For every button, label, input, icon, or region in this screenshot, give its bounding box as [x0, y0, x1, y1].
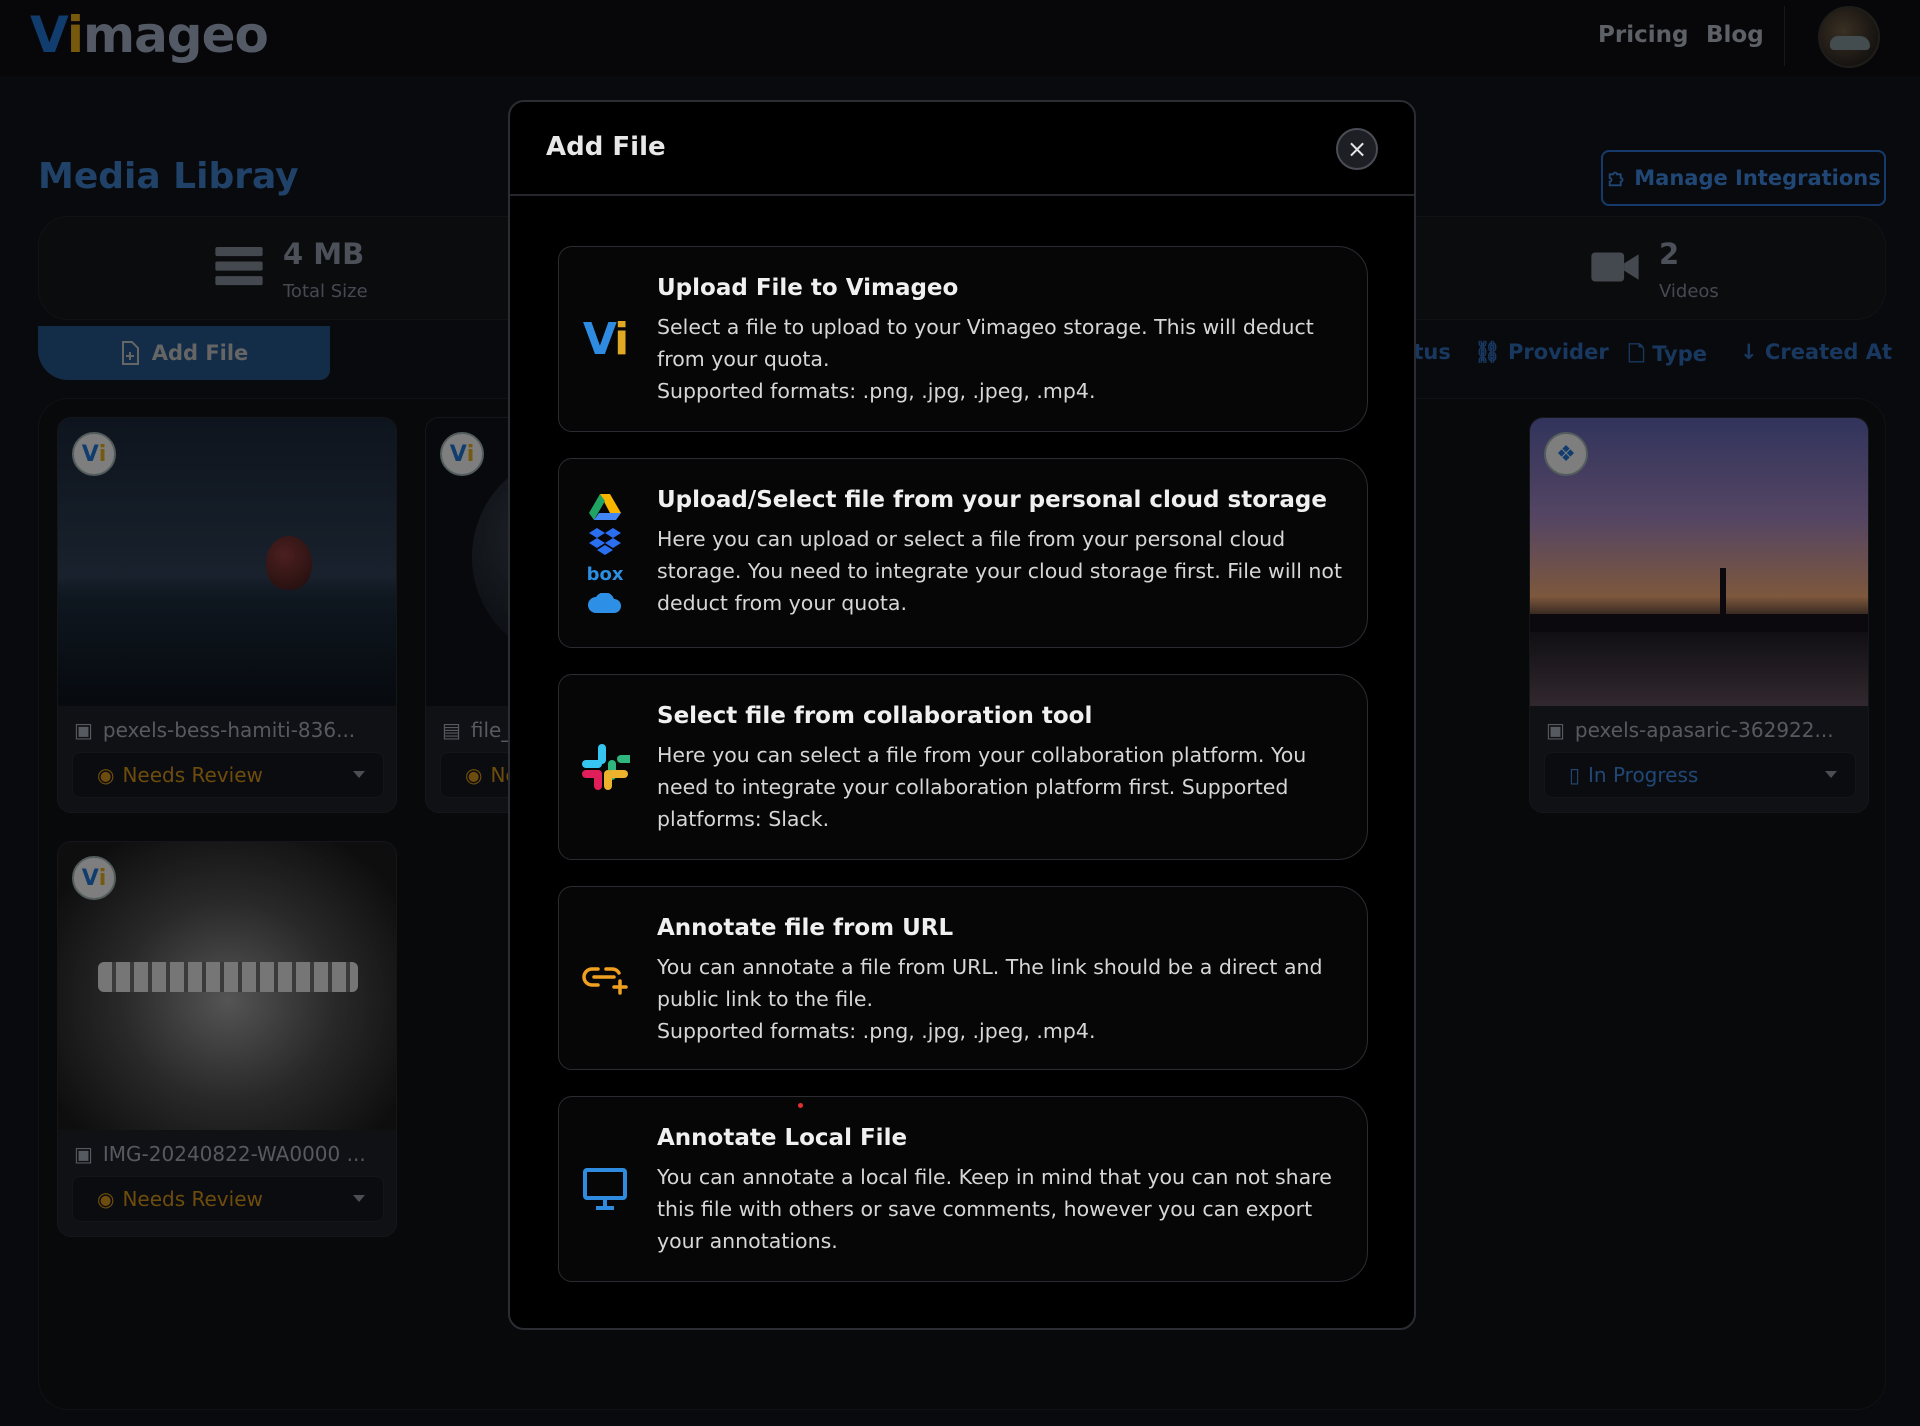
option-description: Here you can select a file from your col… [657, 743, 1307, 831]
option-cloud-storage[interactable]: box Upload/Select file from your persona… [558, 458, 1368, 648]
onedrive-icon [588, 592, 621, 613]
option-collaboration-tool[interactable]: Select file from collaboration tool Here… [558, 674, 1368, 860]
option-annotate-local[interactable]: Annotate Local File You can annotate a l… [558, 1096, 1368, 1282]
add-file-modal: Add File × Vi Upload File to Vimageo Sel… [508, 100, 1416, 1330]
close-button[interactable]: × [1336, 128, 1378, 170]
option-title: Annotate file from URL [657, 915, 954, 941]
option-upload-vimageo[interactable]: Vi Upload File to Vimageo Select a file … [558, 246, 1368, 432]
vimageo-icon: Vi [582, 313, 629, 365]
monitor-icon [577, 1161, 633, 1217]
option-description: You can annotate a local file. Keep in m… [657, 1165, 1332, 1253]
cloud-providers-icon: box [577, 483, 633, 623]
option-description: You can annotate a file from URL. The li… [657, 955, 1323, 1043]
option-description: Here you can upload or select a file fro… [657, 527, 1342, 615]
google-drive-icon [589, 493, 621, 520]
modal-title: Add File [546, 132, 666, 162]
option-title: Annotate Local File [657, 1125, 908, 1151]
close-icon: × [1346, 135, 1368, 163]
link-plus-icon [577, 951, 633, 1007]
slack-icon [577, 739, 633, 795]
modal-divider [510, 194, 1414, 196]
option-annotate-url[interactable]: Annotate file from URL You can annotate … [558, 886, 1368, 1070]
option-title: Upload/Select file from your personal cl… [657, 487, 1327, 513]
dropbox-icon [589, 527, 621, 555]
option-title: Upload File to Vimageo [657, 275, 959, 301]
box-icon: box [586, 563, 624, 585]
option-title: Select file from collaboration tool [657, 703, 1093, 729]
option-description: Select a file to upload to your Vimageo … [657, 315, 1314, 403]
cursor-dot [798, 1103, 803, 1108]
